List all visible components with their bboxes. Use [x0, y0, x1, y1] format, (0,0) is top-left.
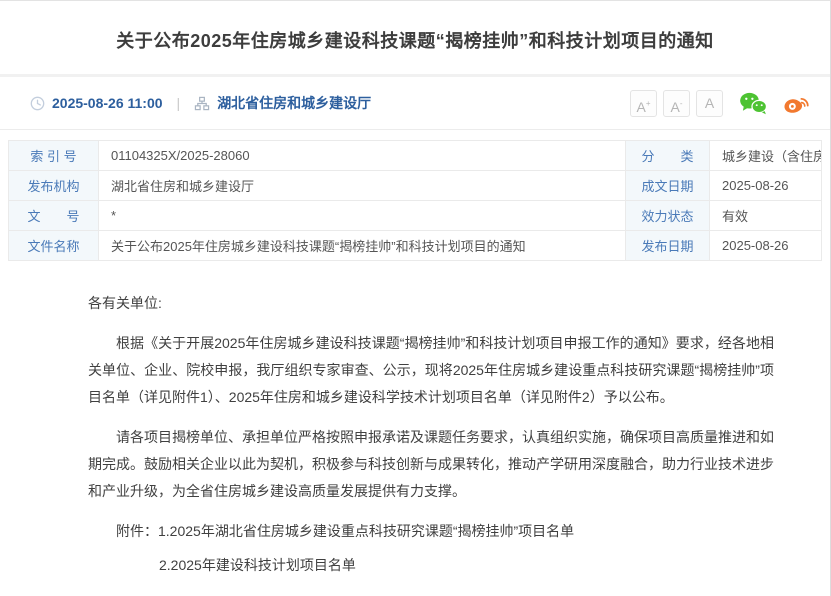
- publish-date-value: 2025-08-26: [710, 231, 822, 261]
- category-label: 分 类: [626, 141, 710, 171]
- table-row: 发布机构 湖北省住房和城乡建设厅 成文日期 2025-08-26: [9, 171, 822, 201]
- file-name-value: 关于公布2025年住房城乡建设科技课题“揭榜挂帅”和科技计划项目的通知: [99, 231, 626, 261]
- written-date-label: 成文日期: [626, 171, 710, 201]
- font-decrease-sup: -: [680, 99, 683, 108]
- file-name-label: 文件名称: [9, 231, 99, 261]
- salutation: 各有关单位:: [88, 290, 774, 317]
- meta-bar: 2025-08-26 11:00 | 湖北省住房和城乡建设厅 A+ A- A: [0, 77, 830, 130]
- body-paragraph: 请各项目揭榜单位、承担单位严格按照申报承诺及课题任务要求，认真组织实施，确保项目…: [88, 424, 774, 505]
- meta-right: A+ A- A: [624, 90, 810, 117]
- attachments-label: 附件：: [116, 523, 158, 539]
- clock-icon: [30, 96, 45, 111]
- body-paragraph: 根据《关于开展2025年住房城乡建设科技课题“揭榜挂帅”和科技计划项目申报工作的…: [88, 330, 774, 411]
- font-decrease-button[interactable]: A-: [663, 90, 690, 117]
- table-row: 文件名称 关于公布2025年住房城乡建设科技课题“揭榜挂帅”和科技计划项目的通知…: [9, 231, 822, 261]
- issuing-agency-label: 发布机构: [9, 171, 99, 201]
- written-date-value: 2025-08-26: [710, 171, 822, 201]
- doc-number-label: 文 号: [9, 201, 99, 231]
- title-section: 关于公布2025年住房城乡建设科技课题“揭榜挂帅”和科技计划项目的通知: [0, 1, 830, 77]
- publish-time: 2025-08-26 11:00: [52, 95, 163, 111]
- font-increase-sup: +: [646, 99, 651, 108]
- validity-status-label: 效力状态: [626, 201, 710, 231]
- issuing-agency-value: 湖北省住房和城乡建设厅: [99, 171, 626, 201]
- attachment-line: 2.2025年建设科技计划项目名单: [88, 552, 774, 579]
- validity-status-value: 有效: [710, 201, 822, 231]
- document-body: 各有关单位: 根据《关于开展2025年住房城乡建设科技课题“揭榜挂帅”和科技计划…: [0, 261, 830, 596]
- table-row: 文 号 * 效力状态 有效: [9, 201, 822, 231]
- category-value: 城乡建设（含住房）: [710, 141, 822, 171]
- font-increase-button[interactable]: A+: [630, 90, 657, 117]
- index-number-label: 索 引 号: [9, 141, 99, 171]
- font-reset-button[interactable]: A: [696, 90, 723, 117]
- document-info-table: 索 引 号 01104325X/2025-28060 分 类 城乡建设（含住房）…: [8, 140, 822, 261]
- source-org-link[interactable]: 湖北省住房和城乡建设厅: [217, 93, 371, 113]
- meta-left: 2025-08-26 11:00 | 湖北省住房和城乡建设厅: [30, 93, 371, 113]
- signature-org: 湖北省住房和城乡建设厅: [88, 591, 774, 596]
- attachment-line: 附件：1.2025年湖北省住房城乡建设重点科技研究课题“揭榜挂帅”项目名单: [88, 518, 774, 545]
- source-org-icon: [194, 96, 210, 111]
- index-number-value: 01104325X/2025-28060: [99, 141, 626, 171]
- doc-number-value: *: [99, 201, 626, 231]
- meta-separator: |: [177, 95, 181, 111]
- notice-page: 关于公布2025年住房城乡建设科技课题“揭榜挂帅”和科技计划项目的通知 2025…: [0, 0, 831, 596]
- table-row: 索 引 号 01104325X/2025-28060 分 类 城乡建设（含住房）: [9, 141, 822, 171]
- publish-date-label: 发布日期: [626, 231, 710, 261]
- attachment-item-1: 1.2025年湖北省住房城乡建设重点科技研究课题“揭榜挂帅”项目名单: [158, 523, 574, 539]
- weibo-share-icon[interactable]: [783, 91, 810, 115]
- page-title: 关于公布2025年住房城乡建设科技课题“揭榜挂帅”和科技计划项目的通知: [45, 27, 785, 53]
- wechat-share-icon[interactable]: [739, 91, 767, 115]
- attachment-item-2: 2.2025年建设科技计划项目名单: [159, 557, 356, 573]
